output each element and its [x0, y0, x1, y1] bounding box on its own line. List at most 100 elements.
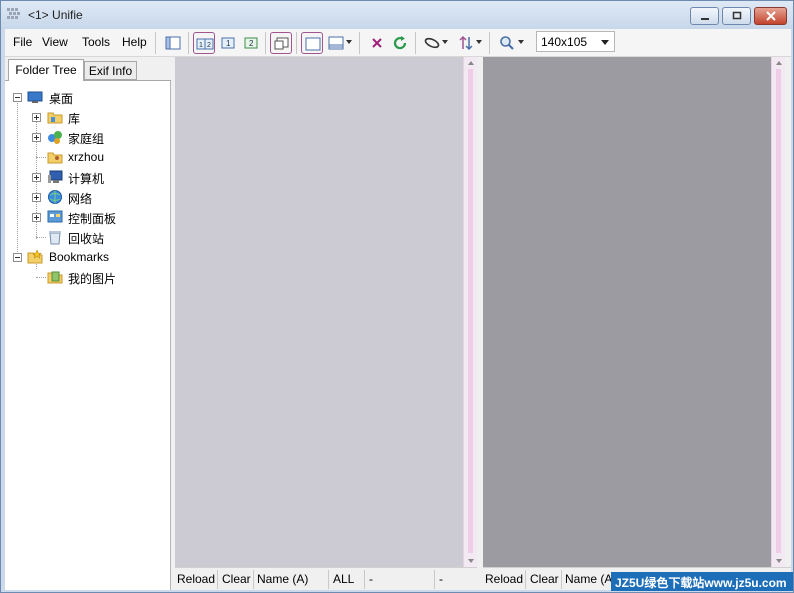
expand-icon[interactable] [32, 213, 41, 222]
link-dropdown-arrow[interactable] [442, 40, 448, 44]
menu-tools[interactable]: Tools [82, 35, 110, 49]
scroll-up-icon[interactable] [468, 61, 474, 65]
tree-item-library[interactable]: 库 [5, 107, 171, 127]
tree-connector [36, 277, 46, 278]
zoom-button[interactable] [496, 32, 518, 54]
tree-item-label: 网络 [68, 192, 93, 206]
tree-item-bookmarks[interactable]: Bookmarks [5, 247, 171, 267]
status-divider [561, 570, 562, 589]
tree-item-control-panel[interactable]: 控制面板 [5, 207, 171, 227]
left-thumbnail-pane[interactable] [175, 57, 463, 567]
status-divider [364, 570, 365, 589]
user-folder-icon [47, 152, 63, 164]
sort-button[interactable] [455, 32, 477, 54]
tree-item-desktop[interactable]: 桌面 [5, 87, 171, 107]
sort-order-button[interactable]: Name (A) [257, 572, 308, 586]
view-2-button[interactable]: 2 [240, 32, 262, 54]
tree-item-label: 库 [68, 112, 81, 126]
tree-item-label: Bookmarks [49, 250, 110, 264]
dual-view-icon: 12 [196, 38, 214, 50]
frame-button[interactable] [301, 32, 323, 54]
svg-text:2: 2 [207, 42, 211, 49]
layout-button[interactable] [325, 32, 347, 54]
link-button[interactable] [421, 32, 443, 54]
delete-icon [372, 38, 382, 48]
reload-button[interactable]: Reload [485, 572, 523, 586]
zoom-dropdown-arrow[interactable] [518, 40, 524, 44]
status-divider [253, 570, 254, 589]
scroll-down-icon[interactable] [468, 559, 474, 563]
toolbar-separator [155, 32, 156, 54]
expand-icon[interactable] [32, 173, 41, 182]
toolbar-separator [489, 32, 490, 54]
title-bar[interactable]: <1> Unifie [1, 1, 793, 29]
expand-icon[interactable] [32, 193, 41, 202]
svg-text:2: 2 [249, 39, 254, 48]
frame-icon [305, 37, 321, 51]
layout-dropdown-arrow[interactable] [346, 40, 352, 44]
collapse-icon[interactable] [13, 93, 22, 102]
view-2-icon: 2 [244, 37, 258, 49]
view-1-icon: 1 [221, 37, 235, 49]
tree-item-recycle-bin[interactable]: 回收站 [5, 227, 171, 247]
filter-button[interactable]: ALL [333, 572, 354, 586]
desktop-icon [27, 91, 43, 103]
window-title: <1> Unifie [28, 8, 83, 22]
delete-button[interactable] [366, 32, 388, 54]
clear-button[interactable]: Clear [222, 572, 251, 586]
link-icon [424, 37, 440, 49]
expand-icon[interactable] [32, 133, 41, 142]
sort-dropdown-arrow[interactable] [476, 40, 482, 44]
right-pane-scrollbar[interactable] [771, 57, 785, 567]
menu-view[interactable]: View [42, 35, 68, 49]
tree-item-user[interactable]: xrzhou [5, 147, 171, 167]
tab-exif-info[interactable]: Exif Info [84, 61, 137, 80]
scroll-down-icon[interactable] [776, 559, 782, 563]
tree-item-network[interactable]: 网络 [5, 187, 171, 207]
sort-icon [459, 35, 473, 51]
collapse-icon[interactable] [13, 253, 22, 262]
menu-help[interactable]: Help [122, 35, 147, 49]
right-thumbnail-pane[interactable] [483, 57, 771, 567]
reload-button[interactable]: Reload [177, 572, 215, 586]
left-pane-scrollbar[interactable] [463, 57, 477, 567]
scrollbar-thumb[interactable] [776, 69, 781, 553]
tree-item-computer[interactable]: 计算机 [5, 167, 171, 187]
expand-icon[interactable] [32, 113, 41, 122]
computer-icon [48, 170, 63, 183]
window-icon [274, 37, 289, 50]
panel-tabs: Folder Tree Exif Info [5, 57, 171, 81]
thumbnail-size-value: 140x105 [541, 35, 588, 49]
toolbar-row: File View Tools Help 12 1 2 140x105 [5, 29, 791, 57]
status-divider [328, 570, 329, 589]
svg-text:1: 1 [226, 39, 231, 48]
sort-order-button[interactable]: Name (A) [565, 572, 616, 586]
tree-item-label: 控制面板 [68, 212, 117, 226]
toolbar-separator [359, 32, 360, 54]
refresh-button[interactable] [389, 32, 411, 54]
scrollbar-thumb[interactable] [468, 69, 473, 553]
minimize-button[interactable] [690, 7, 719, 25]
maximize-button[interactable] [722, 7, 751, 25]
pictures-folder-icon [47, 271, 63, 284]
client-area: File View Tools Help 12 1 2 140x105 Fold… [5, 29, 791, 590]
tree-item-homegroup[interactable]: 家庭组 [5, 127, 171, 147]
tree-item-label: xrzhou [68, 150, 105, 164]
panel-toggle-button[interactable] [162, 32, 184, 54]
menu-file[interactable]: File [13, 35, 32, 49]
scroll-up-icon[interactable] [776, 61, 782, 65]
minimize-icon [700, 18, 709, 20]
thumbnail-size-select[interactable]: 140x105 [536, 31, 615, 52]
tab-folder-tree[interactable]: Folder Tree [8, 59, 84, 81]
close-button[interactable] [754, 7, 787, 25]
dual-view-button[interactable]: 12 [193, 32, 215, 54]
status-info: - [369, 572, 373, 586]
view-1-button[interactable]: 1 [217, 32, 239, 54]
window-button[interactable] [270, 32, 292, 54]
status-info: - [439, 572, 443, 586]
clear-button[interactable]: Clear [530, 572, 559, 586]
refresh-icon [393, 36, 407, 50]
control-panel-icon [47, 210, 63, 223]
tree-item-label: 我的图片 [68, 272, 117, 286]
tree-item-pictures[interactable]: 我的图片 [5, 267, 171, 287]
